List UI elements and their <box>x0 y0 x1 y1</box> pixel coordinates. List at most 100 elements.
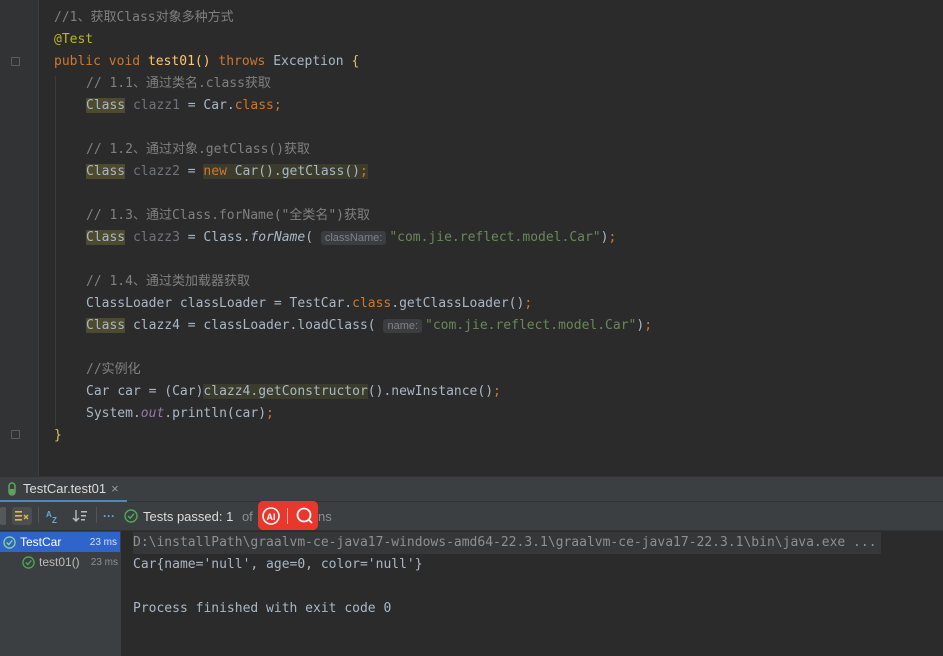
run-tab-testcar[interactable]: TestCar.test01 × <box>0 477 127 503</box>
tests-status: Tests passed: 1 of <box>124 507 256 525</box>
console-output[interactable]: D:\installPath\graalvm-ce-java17-windows… <box>121 531 943 656</box>
test-tube-icon <box>8 481 16 496</box>
brace: } <box>54 428 62 443</box>
semicolon: ; <box>273 98 282 113</box>
comment: // 1.4、通过类加载器获取 <box>86 274 250 289</box>
type: Class <box>86 230 126 245</box>
method-call: getClass <box>281 164 345 179</box>
keyword: class <box>352 296 392 311</box>
type: TestCar <box>289 296 345 311</box>
variable: classLoader <box>179 296 267 311</box>
type: Class <box>86 318 126 333</box>
semicolon: ; <box>644 318 653 333</box>
code-line-instantiate: Car car = (Car)clazz4.getConstructor().n… <box>86 381 501 403</box>
tests-of-text: of <box>238 508 257 524</box>
variable: clazz1 <box>132 98 180 113</box>
search-icon[interactable] <box>295 506 315 526</box>
console-exit-line: Process finished with exit code 0 <box>133 601 392 616</box>
code-line-comment: // 1.3、通过Class.forName("全类名")获取 <box>86 205 370 227</box>
type: Class <box>86 164 126 179</box>
sort-duration-icon <box>72 510 87 522</box>
type: Car <box>86 384 110 399</box>
parens: () <box>477 384 494 399</box>
fold-marker-icon[interactable] <box>11 57 20 66</box>
toolbar-separator <box>38 507 39 523</box>
comment: // 1.1、通过类名.class获取 <box>86 76 271 91</box>
variable: car <box>234 406 259 421</box>
code-line-comment: //1、获取Class对象多种方式 <box>54 7 234 29</box>
operator: = <box>179 318 204 333</box>
type: Class <box>86 98 126 113</box>
tree-item-duration: 23 ms <box>90 556 118 568</box>
check-circle-icon <box>124 509 138 523</box>
variable: clazz4 <box>203 384 251 399</box>
parens: () <box>508 296 525 311</box>
run-tab-bar: TestCar.test01 × <box>0 476 943 503</box>
code-line-println: System.out.println(car); <box>86 403 274 425</box>
semicolon: ; <box>359 164 368 179</box>
code-line-comment: // 1.2、通过对象.getClass()获取 <box>86 139 310 161</box>
semicolon: ; <box>266 406 274 421</box>
code-line-comment: //实例化 <box>86 359 141 381</box>
operator: = <box>179 230 204 245</box>
parens: () <box>258 164 274 179</box>
svg-text:Z: Z <box>52 516 57 523</box>
brace: { <box>351 54 360 69</box>
tree-item-duration: 23 ms <box>89 536 117 548</box>
filter-lines-icon <box>15 511 29 521</box>
method-name: test01 <box>147 54 195 69</box>
ai-assistant-badge[interactable]: AI <box>258 501 318 530</box>
dot: . <box>226 98 235 113</box>
method-call: newInstance <box>391 384 478 399</box>
fold-marker-icon[interactable] <box>11 430 20 439</box>
code-line-comment: // 1.1、通过类名.class获取 <box>86 73 271 95</box>
code-line-method-signature: public void test01() throws Exception { <box>54 51 359 73</box>
parens: () <box>344 164 360 179</box>
type: Exception <box>273 54 344 69</box>
parameter-hint: name: <box>383 319 423 333</box>
code-line-close-brace: } <box>54 425 62 447</box>
code-line-clazz3: Class clazz3 = Class.forName( className:… <box>86 227 616 249</box>
sort-by-duration-button[interactable] <box>71 507 89 525</box>
more-options-icon[interactable]: ··· <box>101 507 117 525</box>
tests-duration-tail: ns <box>318 508 332 524</box>
type: Car <box>234 164 259 179</box>
editor-gutter <box>0 0 39 476</box>
tree-item-label: test01() <box>39 555 80 569</box>
console-command-line: D:\installPath\graalvm-ce-java17-windows… <box>133 532 881 554</box>
run-tab-label: TestCar.test01 <box>23 481 107 496</box>
comment: //1、获取Class对象多种方式 <box>54 10 234 25</box>
dot: . <box>273 164 282 179</box>
method-call: getConstructor <box>258 384 368 399</box>
operator: = <box>266 296 290 311</box>
keyword: class <box>234 98 274 113</box>
indent-guide <box>55 76 56 426</box>
comment: // 1.3、通过Class.forName("全类名")获取 <box>86 208 371 223</box>
show-ignored-toggle[interactable] <box>12 507 32 525</box>
variable: car <box>117 384 141 399</box>
string-literal: "com.jie.reflect.model.Car" <box>425 318 637 333</box>
ai-icon[interactable]: AI <box>261 506 281 526</box>
variable: clazz3 <box>132 230 180 245</box>
paren: ( <box>226 406 235 421</box>
toolbar-clipped-button[interactable] <box>0 507 6 525</box>
ai-badge-label: AI <box>267 512 276 522</box>
method-call: forName <box>250 230 306 245</box>
sort-alphabetically-button[interactable]: AZ <box>45 507 63 525</box>
type: Car <box>203 98 227 113</box>
keyword: public <box>54 54 101 69</box>
operator: = <box>179 164 204 179</box>
semicolon: ; <box>524 296 533 311</box>
paren: ( <box>305 230 314 245</box>
code-editor[interactable]: //1、获取Class对象多种方式 @Test public void test… <box>0 0 943 476</box>
tree-item-testcar[interactable]: TestCar 23 ms <box>0 532 120 552</box>
parameter-hint: className: <box>320 231 387 245</box>
close-tab-icon[interactable]: × <box>111 481 119 496</box>
dot: . <box>164 406 173 421</box>
check-circle-icon <box>3 535 16 549</box>
method-parens: () <box>194 54 211 69</box>
tests-passed-text: Tests passed: 1 <box>143 508 234 524</box>
paren: ) <box>636 318 645 333</box>
tree-item-test01[interactable]: test01() 23 ms <box>22 552 118 572</box>
comment: // 1.2、通过对象.getClass()获取 <box>86 142 311 157</box>
